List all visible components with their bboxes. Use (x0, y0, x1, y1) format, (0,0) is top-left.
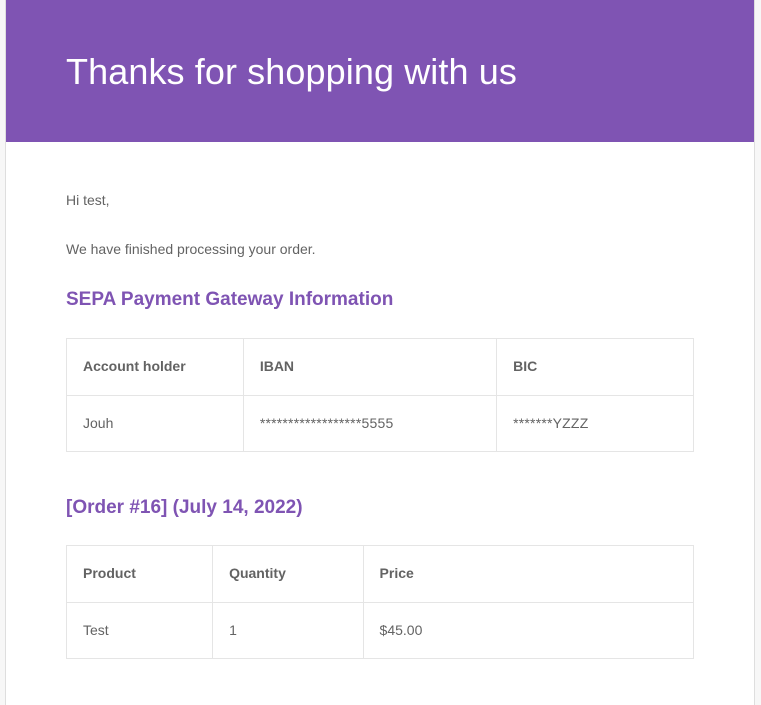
email-header-banner: Thanks for shopping with us (6, 0, 754, 142)
table-row: Test 1 $45.00 (67, 602, 694, 659)
intro-text: We have finished processing your order. (66, 239, 694, 260)
table-header-row: Account holder IBAN BIC (67, 339, 694, 396)
order-table-body: Test 1 $45.00 (67, 602, 694, 659)
email-container: Thanks for shopping with us Hi test, We … (5, 0, 755, 705)
column-header-bic: BIC (497, 339, 694, 396)
column-header-iban: IBAN (243, 339, 496, 396)
column-header-account-holder: Account holder (67, 339, 244, 396)
order-table-head: Product Quantity Price (67, 546, 694, 603)
cell-price: $45.00 (363, 602, 693, 659)
cell-quantity: 1 (213, 602, 363, 659)
column-header-product: Product (67, 546, 213, 603)
table-row: Jouh ******************5555 *******YZZZ (67, 395, 694, 452)
sepa-table-body: Jouh ******************5555 *******YZZZ (67, 395, 694, 452)
page-title: Thanks for shopping with us (6, 52, 754, 92)
cell-iban: ******************5555 (243, 395, 496, 452)
column-header-quantity: Quantity (213, 546, 363, 603)
order-items-table: Product Quantity Price Test 1 $45.00 (66, 545, 694, 659)
table-header-row: Product Quantity Price (67, 546, 694, 603)
cell-bic: *******YZZZ (497, 395, 694, 452)
sepa-section-heading: SEPA Payment Gateway Information (66, 288, 694, 313)
greeting-text: Hi test, (66, 190, 694, 211)
cell-account-holder: Jouh (67, 395, 244, 452)
column-header-price: Price (363, 546, 693, 603)
order-section-heading: [Order #16] (July 14, 2022) (66, 496, 694, 521)
sepa-payment-table: Account holder IBAN BIC Jouh ***********… (66, 338, 694, 452)
cell-product-name: Test (67, 602, 213, 659)
email-body: Hi test, We have finished processing you… (6, 142, 754, 660)
sepa-table-head: Account holder IBAN BIC (67, 339, 694, 396)
